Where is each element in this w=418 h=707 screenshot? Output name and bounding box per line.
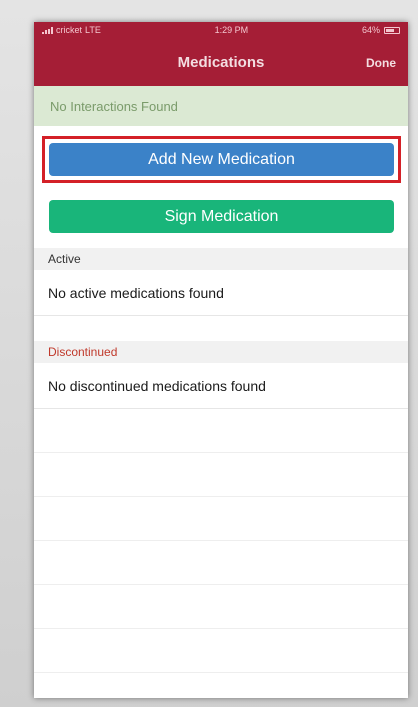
- page-title: Medications: [177, 54, 265, 71]
- add-new-medication-button[interactable]: Add New Medication: [49, 143, 394, 176]
- battery-percent: 64%: [361, 25, 380, 35]
- carrier-label: cricket: [56, 25, 83, 35]
- signal-icon: [42, 26, 53, 34]
- list-item: [34, 453, 408, 497]
- list-item: [34, 541, 408, 585]
- active-section-label: Active: [48, 252, 81, 266]
- list-item: [34, 585, 408, 629]
- navigation-bar: Medications Done: [34, 38, 408, 86]
- interactions-banner: No Interactions Found: [34, 86, 408, 126]
- status-right: 64%: [362, 25, 400, 35]
- discontinued-empty-row: No discontinued medications found: [34, 363, 408, 409]
- discontinued-section-header: Discontinued: [34, 341, 408, 363]
- interactions-banner-text: No Interactions Found: [50, 98, 178, 114]
- screenshot-frame: cricket LTE 1:29 PM 64% Medications Done…: [0, 0, 418, 707]
- list-item: [34, 497, 408, 541]
- active-section-header: Active: [34, 248, 408, 270]
- discontinued-empty-text: No discontinued medications found: [48, 377, 266, 394]
- active-empty-text: No active medications found: [48, 284, 224, 301]
- discontinued-section-label: Discontinued: [48, 345, 118, 359]
- sign-medication-button[interactable]: Sign Medication: [49, 200, 394, 233]
- status-left: cricket LTE: [42, 25, 101, 35]
- done-button[interactable]: Done: [366, 56, 396, 70]
- active-empty-row: No active medications found: [34, 270, 408, 316]
- battery-icon: [384, 26, 400, 34]
- network-label: LTE: [85, 25, 101, 35]
- status-time: 1:29 PM: [214, 25, 249, 35]
- list-item: [34, 629, 408, 673]
- list-item: [34, 409, 408, 453]
- phone-screen: cricket LTE 1:29 PM 64% Medications Done…: [34, 22, 408, 698]
- status-bar: cricket LTE 1:29 PM 64%: [34, 22, 408, 38]
